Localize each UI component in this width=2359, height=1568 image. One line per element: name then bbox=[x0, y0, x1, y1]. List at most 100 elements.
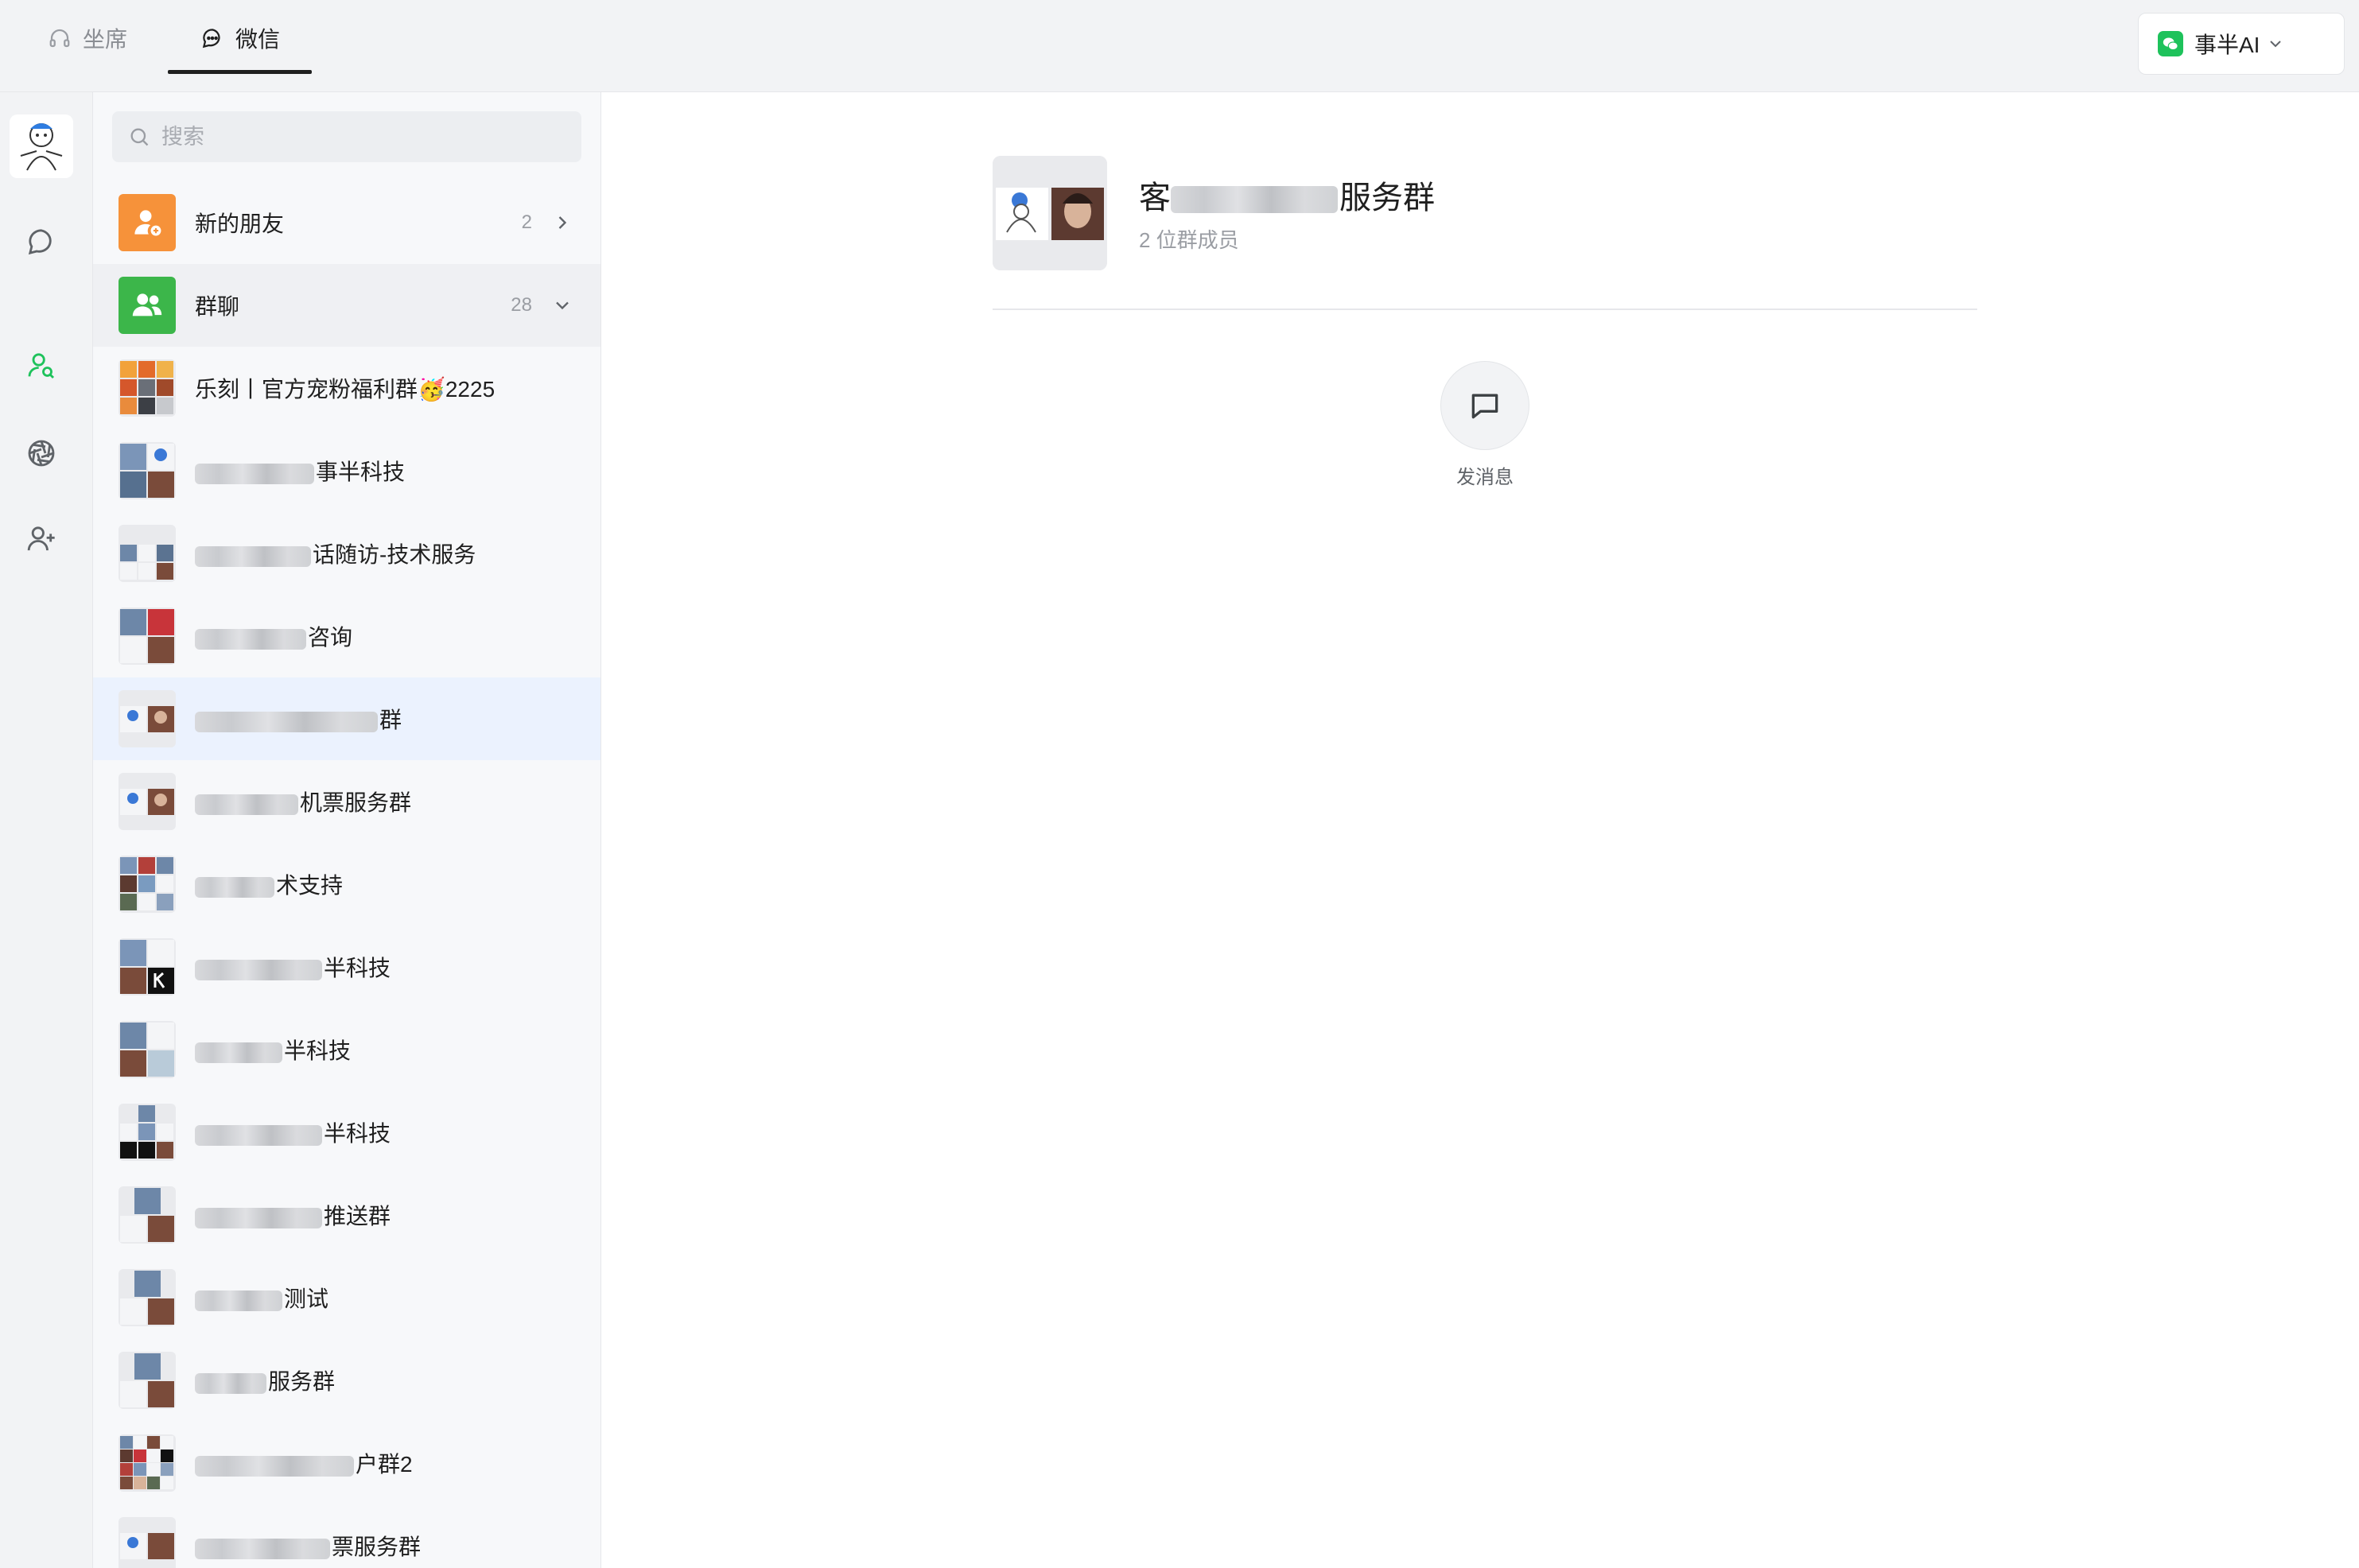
group-title-start: 客 bbox=[1139, 180, 1171, 215]
group-avatar bbox=[119, 856, 176, 913]
group-chats-header[interactable]: 群聊 28 bbox=[93, 264, 600, 347]
contact-list-panel: 新的朋友 2 群聊 28 bbox=[92, 92, 601, 1568]
rail-contacts[interactable] bbox=[22, 347, 60, 385]
group-name-visible: 半科技 bbox=[324, 956, 391, 980]
contacts-icon bbox=[28, 353, 55, 379]
search-box[interactable] bbox=[112, 111, 581, 162]
group-item[interactable]: 机票服务群 bbox=[93, 760, 600, 843]
group-item[interactable]: 话随访-技术服务 bbox=[93, 512, 600, 595]
group-name-visible: 话随访-技术服务 bbox=[313, 542, 476, 567]
group-name-visible: 服务群 bbox=[268, 1369, 336, 1394]
group-item[interactable]: 咨询 bbox=[93, 595, 600, 677]
send-message-label: 发消息 bbox=[1456, 467, 1514, 488]
group-detail-title: 客 服务群 bbox=[1139, 172, 1435, 218]
group-avatar bbox=[119, 1517, 176, 1568]
group-name: 机票服务群 bbox=[195, 786, 411, 817]
group-name: 话随访-技术服务 bbox=[195, 538, 476, 569]
account-name: 事半AI bbox=[2194, 33, 2260, 57]
group-name-visible: 票服务群 bbox=[332, 1535, 422, 1559]
headset-icon bbox=[49, 29, 70, 48]
chevron-down-icon bbox=[2270, 41, 2282, 48]
chevron-right-icon bbox=[558, 216, 567, 229]
group-item[interactable]: 服务群 bbox=[93, 1339, 600, 1422]
group-chats-count: 28 bbox=[511, 294, 532, 316]
group-item-selected[interactable]: 群 bbox=[93, 677, 600, 760]
group-chats-icon bbox=[119, 277, 176, 334]
search-icon bbox=[130, 128, 149, 146]
group-item[interactable]: 半科技 bbox=[93, 926, 600, 1008]
active-tab-indicator bbox=[168, 70, 312, 74]
group-avatar bbox=[119, 442, 176, 499]
group-name: 咨询 bbox=[195, 620, 352, 652]
tab-agent-label: 坐席 bbox=[83, 27, 128, 52]
group-avatar bbox=[119, 773, 176, 830]
group-avatar bbox=[119, 607, 176, 665]
group-avatar bbox=[119, 1434, 176, 1492]
tab-wechat-label: 微信 bbox=[235, 27, 281, 52]
group-item[interactable]: 半科技 bbox=[93, 1008, 600, 1091]
chat-bubble-icon bbox=[28, 229, 52, 255]
group-name: 术支持 bbox=[195, 868, 343, 900]
group-name: 半科技 bbox=[195, 951, 391, 983]
group-name-visible: 半科技 bbox=[324, 1121, 391, 1146]
left-rail bbox=[0, 92, 92, 1568]
send-message-button[interactable] bbox=[1440, 361, 1529, 450]
rail-moments[interactable] bbox=[22, 434, 60, 472]
group-item[interactable]: 乐刻丨官方宠粉福利群🥳2225 bbox=[93, 347, 600, 429]
group-avatar bbox=[119, 938, 176, 996]
top-bar: 坐席 微信 事半AI bbox=[0, 0, 2359, 92]
group-name: 群 bbox=[195, 703, 402, 735]
tab-wechat[interactable]: 微信 bbox=[200, 0, 280, 76]
group-name-visible: 测试 bbox=[284, 1287, 329, 1311]
moments-icon bbox=[28, 440, 55, 467]
group-name-visible: 事半科技 bbox=[316, 460, 406, 484]
group-name: 半科技 bbox=[195, 1034, 351, 1065]
group-avatar bbox=[119, 1021, 176, 1078]
group-avatar bbox=[119, 1352, 176, 1409]
group-name: 测试 bbox=[195, 1282, 328, 1314]
group-avatar bbox=[119, 1269, 176, 1326]
account-switcher[interactable]: 事半AI bbox=[2138, 13, 2345, 75]
group-avatar bbox=[119, 359, 176, 417]
avatar[interactable] bbox=[10, 114, 73, 178]
rail-chats[interactable] bbox=[22, 223, 60, 261]
group-name: 户群2 bbox=[195, 1447, 413, 1479]
group-chats-label: 群聊 bbox=[195, 294, 240, 319]
group-name: 乐刻丨官方宠粉福利群🥳2225 bbox=[195, 377, 496, 402]
new-friends-count: 2 bbox=[521, 212, 532, 233]
tab-agent[interactable]: 坐席 bbox=[48, 0, 127, 76]
group-name-visible: 咨询 bbox=[308, 625, 353, 650]
group-item[interactable]: 术支持 bbox=[93, 843, 600, 926]
new-friends-label: 新的朋友 bbox=[195, 212, 285, 236]
group-item[interactable]: 票服务群 bbox=[93, 1504, 600, 1568]
new-friends-icon bbox=[119, 194, 176, 251]
group-avatar bbox=[119, 690, 176, 747]
group-item[interactable]: 户群2 bbox=[93, 1422, 600, 1504]
rail-add-friend[interactable] bbox=[22, 520, 60, 558]
group-detail-pane: 客 服务群 2 位群成员 发消息 bbox=[601, 92, 2359, 1568]
contact-rows: 新的朋友 2 群聊 28 乐刻丨官方宠粉福利群🥳2225 事半科技 话随访-技术… bbox=[93, 181, 600, 1568]
group-item[interactable]: 推送群 bbox=[93, 1174, 600, 1256]
group-name-visible: 半科技 bbox=[284, 1038, 352, 1063]
group-name-visible: 群 bbox=[379, 708, 402, 732]
group-name-visible: 术支持 bbox=[276, 873, 344, 898]
group-item[interactable]: 事半科技 bbox=[93, 429, 600, 512]
group-name: 推送群 bbox=[195, 1199, 391, 1231]
message-icon bbox=[1471, 394, 1498, 419]
new-friends-row[interactable]: 新的朋友 2 bbox=[93, 181, 600, 264]
group-item[interactable]: 测试 bbox=[93, 1256, 600, 1339]
wechat-icon bbox=[2158, 31, 2183, 56]
add-friend-icon bbox=[27, 526, 55, 551]
group-title-end: 服务群 bbox=[1339, 180, 1435, 215]
group-avatar bbox=[119, 525, 176, 582]
group-name: 票服务群 bbox=[195, 1530, 421, 1562]
group-name-visible: 推送群 bbox=[324, 1204, 391, 1228]
detail-divider bbox=[993, 309, 1977, 310]
group-name: 事半科技 bbox=[195, 455, 405, 487]
chat-bubble-icon bbox=[202, 29, 220, 49]
search-input[interactable] bbox=[161, 124, 559, 149]
group-member-count: 2 位群成员 bbox=[1139, 228, 1239, 252]
group-name: 半科技 bbox=[195, 1116, 391, 1148]
group-avatar bbox=[119, 1104, 176, 1161]
group-item[interactable]: 半科技 bbox=[93, 1091, 600, 1174]
